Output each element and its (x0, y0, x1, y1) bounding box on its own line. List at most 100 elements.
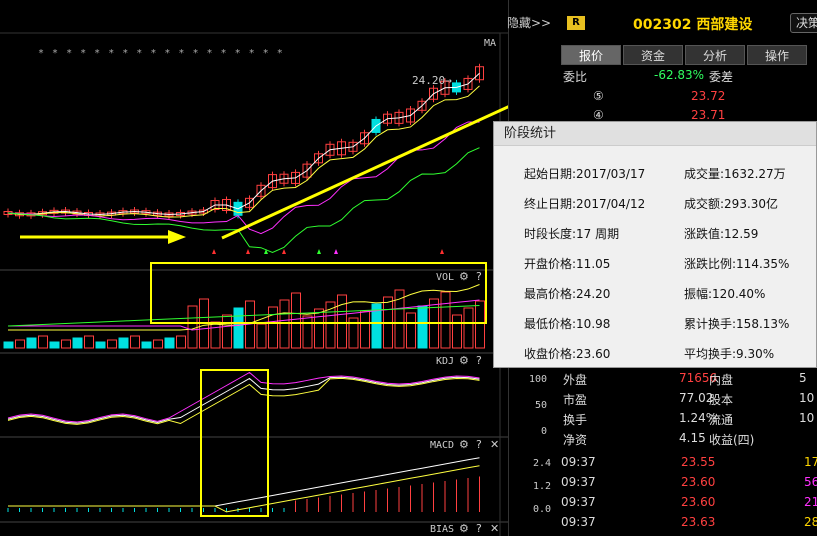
stat-item: 最低价格:10.98 (524, 317, 611, 331)
decision-button[interactable]: 决策 (790, 13, 817, 33)
volume-bar (314, 308, 324, 349)
tick-price: 23.60 (681, 495, 716, 509)
stat-item: 终止日期:2017/04/12 (524, 197, 646, 211)
stat-item: 振幅:120.40% (684, 287, 766, 301)
ma-line (7, 72, 480, 215)
tick-price: 23.55 (681, 455, 716, 469)
tick-time: 09:37 (561, 515, 596, 529)
stat-item: 成交量:1632.27万 (684, 167, 786, 181)
stat-item: 累计换手:158.13% (684, 317, 790, 331)
bias-label: BIAS (430, 524, 455, 535)
volume-bar (130, 335, 140, 349)
moving-average-lines (7, 72, 480, 253)
ma-line (7, 121, 480, 235)
stat-item: 平均换手:9.30% (684, 347, 775, 361)
macd-axis-2-4: 2.4 (533, 458, 552, 469)
kdj-gear-icon[interactable]: ⚙ (459, 354, 469, 367)
bias-gear-icon[interactable]: ⚙ (459, 522, 469, 535)
info-label: 净资 (563, 433, 588, 447)
macd-help-icon[interactable]: ? (476, 438, 482, 451)
stat-item: 涨跌比例:114.35% (684, 257, 790, 271)
macd-label: MACD (430, 440, 455, 451)
stats-panel: 阶段统计 起始日期:2017/03/17 成交量:1632.27万终止日期:201… (493, 121, 817, 368)
volume-bar (164, 337, 175, 349)
tick-vol: 213 (804, 495, 817, 509)
volume-bar (187, 305, 198, 349)
volume-bar (176, 335, 186, 349)
tab-quote[interactable]: 报价 (561, 45, 621, 65)
volume-bar (233, 307, 244, 349)
signal-markers (212, 249, 444, 254)
stat-item: 开盘价格:11.05 (524, 257, 611, 271)
r-badge: R (567, 16, 585, 30)
bias-help-icon[interactable]: ? (476, 522, 482, 535)
vol-gear-icon[interactable]: ⚙ (459, 270, 469, 283)
stats-title: 阶段统计 (494, 122, 816, 146)
volume-bar (15, 339, 25, 349)
kdj-axis-100: 100 (529, 374, 548, 385)
info-label2: 收益(四) (709, 433, 755, 447)
volume-bar (72, 337, 83, 349)
kdj-line (7, 377, 480, 425)
bias-close-icon[interactable]: ✕ (490, 522, 499, 535)
stat-item: 起始日期:2017/03/17 (524, 167, 646, 181)
volume-bar (210, 321, 221, 349)
macd-axis-1-2: 1.2 (533, 481, 552, 492)
info-label2: 内盘 (709, 373, 734, 387)
stock-title: 002302 西部建设 (633, 17, 753, 33)
stat-item: 最高价格:24.20 (524, 287, 611, 301)
tab-funds[interactable]: 资金 (623, 45, 683, 65)
macd-close-icon[interactable]: ✕ (490, 438, 499, 451)
volume-bar (291, 292, 301, 349)
macd-gear-icon[interactable]: ⚙ (459, 438, 469, 451)
volume-bar (118, 337, 129, 349)
level-5-price: 23.72 (691, 89, 726, 103)
info-label2: 流通 (709, 413, 734, 427)
volume-bar (26, 337, 37, 349)
stat-item: 成交额:293.30亿 (684, 197, 779, 211)
volume-bar (3, 341, 14, 349)
vol-ma-line (8, 299, 480, 331)
volume-bar (337, 294, 347, 349)
kdj-axis-0: 0 (541, 426, 548, 437)
volume-bar (256, 323, 267, 349)
tick-vol: 17 (804, 455, 817, 469)
macd-axis-0: 0.0 (533, 504, 552, 515)
info-value2: 10 (799, 411, 815, 425)
level-4-label: ④ (593, 108, 604, 122)
volume-bar (49, 341, 60, 349)
volume-bar (440, 291, 451, 349)
kdj-help-icon[interactable]: ? (476, 354, 482, 367)
tab-operate[interactable]: 操作 (747, 45, 807, 65)
kdj-line (7, 376, 480, 424)
vol-help-icon[interactable]: ? (476, 270, 482, 283)
kdj-axis-50: 50 (535, 400, 548, 411)
volume-bar (463, 307, 474, 349)
volume-bar (153, 339, 163, 349)
stat-item: 收盘价格:23.60 (524, 347, 611, 361)
volume-bar (222, 314, 232, 349)
kdj-line (7, 371, 480, 423)
volume-bar (141, 341, 152, 349)
ma-label: MA (484, 38, 497, 49)
stat-item: 涨跌值:12.59 (684, 227, 759, 241)
info-value2: 10 (799, 391, 815, 405)
candlesticks (3, 63, 484, 219)
hide-toggle[interactable]: 隐藏>> (507, 14, 555, 31)
info-value: 4.15 (679, 431, 706, 445)
macd-dea-line (8, 465, 480, 513)
macd-dif-line (8, 457, 480, 507)
tick-time: 09:37 (561, 475, 596, 489)
volume-bars (3, 284, 485, 349)
volume-bar (475, 300, 485, 349)
volume-bar (95, 341, 106, 349)
volume-bar (302, 315, 313, 349)
info-label2: 股本 (709, 393, 734, 407)
volume-bar (452, 314, 462, 349)
stat-item: 时段长度:17 周期 (524, 227, 620, 241)
volume-bar (61, 339, 71, 349)
volume-bar (84, 335, 94, 349)
info-label: 外盘 (563, 373, 588, 387)
tab-analysis[interactable]: 分析 (685, 45, 745, 65)
level-5-label: ⑤ (593, 89, 604, 103)
